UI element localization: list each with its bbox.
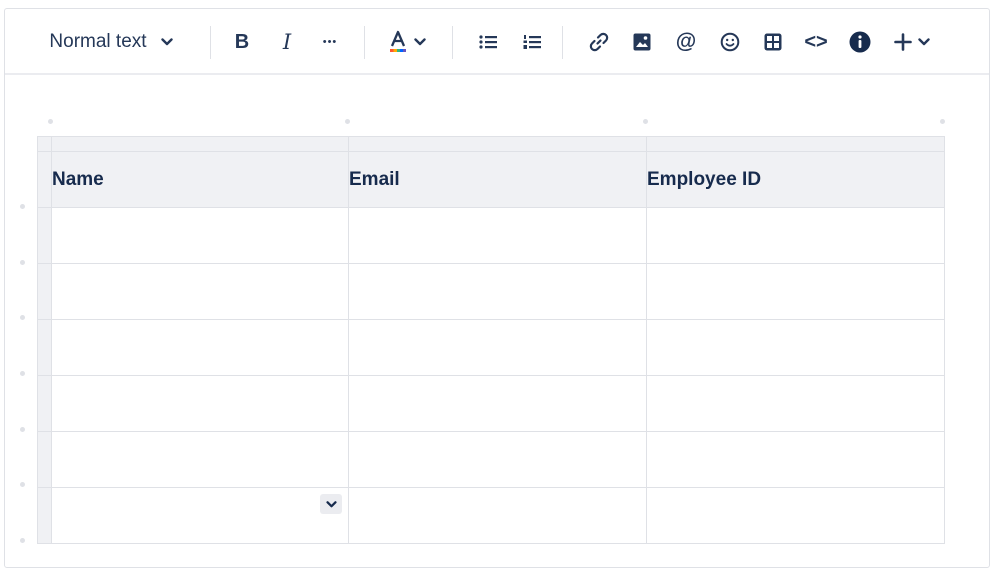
table-icon <box>764 33 782 51</box>
more-formatting-button[interactable]: ••• <box>314 26 346 58</box>
header-cell-employee-id[interactable]: Employee ID <box>646 151 945 208</box>
mention-button[interactable]: @ <box>670 26 702 58</box>
column-control-dot[interactable] <box>48 119 53 124</box>
toolbar: Normal text B I ••• @ <> <box>5 9 989 75</box>
column-control-dot[interactable] <box>345 119 350 124</box>
toolbar-separator <box>210 26 211 59</box>
row-control-dot[interactable] <box>20 260 25 265</box>
insert-table-button[interactable] <box>757 26 789 58</box>
row-control-dot[interactable] <box>20 538 25 543</box>
row-control[interactable] <box>37 207 52 264</box>
row-control-dot[interactable] <box>20 315 25 320</box>
column-control-dot[interactable] <box>940 119 945 124</box>
data-table: Name Email Employee ID <box>37 136 945 544</box>
row-control-dot[interactable] <box>20 204 25 209</box>
table-cell-active[interactable] <box>51 487 349 544</box>
link-icon <box>589 32 609 52</box>
table-cell[interactable] <box>348 207 647 264</box>
table-cell[interactable] <box>646 263 945 320</box>
info-panel-button[interactable] <box>844 26 876 58</box>
table-cell[interactable] <box>51 431 349 488</box>
table-row <box>37 207 945 264</box>
emoji-button[interactable] <box>714 26 746 58</box>
column-control[interactable] <box>348 136 647 152</box>
table-cell[interactable] <box>348 431 647 488</box>
table-row <box>37 487 945 544</box>
column-controls-row <box>37 136 945 152</box>
italic-button[interactable]: I <box>271 26 303 58</box>
italic-icon: I <box>282 30 292 54</box>
link-button[interactable] <box>583 26 615 58</box>
numbered-list-button[interactable] <box>516 26 548 58</box>
chevron-down-icon <box>325 500 337 507</box>
header-cell-name[interactable]: Name <box>51 151 349 208</box>
column-control[interactable] <box>646 136 945 152</box>
row-control-dot[interactable] <box>20 427 25 432</box>
toolbar-separator <box>364 26 365 59</box>
table-cell[interactable] <box>51 207 349 264</box>
text-style-label: Normal text <box>49 31 147 52</box>
table-row <box>37 431 945 488</box>
bullet-list-button[interactable] <box>472 26 504 58</box>
column-control-dot[interactable] <box>643 119 648 124</box>
table-cell[interactable] <box>646 207 945 264</box>
table-cell[interactable] <box>348 319 647 376</box>
plus-icon <box>894 33 912 51</box>
code-icon: <> <box>804 30 828 53</box>
code-button[interactable]: <> <box>800 26 832 58</box>
insert-menu-button[interactable] <box>886 26 938 58</box>
bold-button[interactable]: B <box>226 26 258 58</box>
cell-options-button[interactable] <box>320 494 342 514</box>
image-button[interactable] <box>626 26 658 58</box>
table-cell[interactable] <box>646 319 945 376</box>
table-cell[interactable] <box>348 263 647 320</box>
table-row <box>37 263 945 320</box>
header-cell-email[interactable]: Email <box>348 151 647 208</box>
toolbar-separator <box>562 26 563 59</box>
text-color-button[interactable] <box>381 26 433 58</box>
row-control[interactable] <box>37 431 52 488</box>
table-cell[interactable] <box>51 375 349 432</box>
image-icon <box>633 33 651 51</box>
row-control-dot[interactable] <box>20 371 25 376</box>
numbered-list-icon <box>523 35 541 49</box>
mention-icon: @ <box>675 30 697 53</box>
table-cell[interactable] <box>646 375 945 432</box>
row-control[interactable] <box>37 375 52 432</box>
text-color-icon <box>390 30 406 52</box>
bold-icon: B <box>234 30 250 53</box>
info-icon <box>849 31 871 53</box>
chevron-down-icon <box>160 38 173 46</box>
table-cell[interactable] <box>646 431 945 488</box>
emoji-icon <box>720 32 740 52</box>
row-control[interactable] <box>37 487 52 544</box>
table-cell[interactable] <box>348 487 647 544</box>
row-control[interactable] <box>37 263 52 320</box>
table-row <box>37 319 945 376</box>
table-cell[interactable] <box>51 319 349 376</box>
table-cell[interactable] <box>646 487 945 544</box>
chevron-down-icon <box>414 38 426 46</box>
bullet-list-icon <box>479 35 497 49</box>
table-container: Name Email Employee ID <box>37 136 945 544</box>
row-control[interactable] <box>37 319 52 376</box>
toolbar-separator <box>452 26 453 59</box>
corner-control[interactable] <box>37 136 52 152</box>
table-cell[interactable] <box>348 375 647 432</box>
text-style-dropdown[interactable]: Normal text <box>37 26 185 58</box>
more-icon: ••• <box>322 36 338 48</box>
column-control[interactable] <box>51 136 349 152</box>
row-control-dot[interactable] <box>20 482 25 487</box>
header-row: Name Email Employee ID <box>37 151 945 208</box>
table-cell[interactable] <box>51 263 349 320</box>
table-row <box>37 375 945 432</box>
row-control[interactable] <box>37 151 52 208</box>
chevron-down-icon <box>918 38 930 46</box>
